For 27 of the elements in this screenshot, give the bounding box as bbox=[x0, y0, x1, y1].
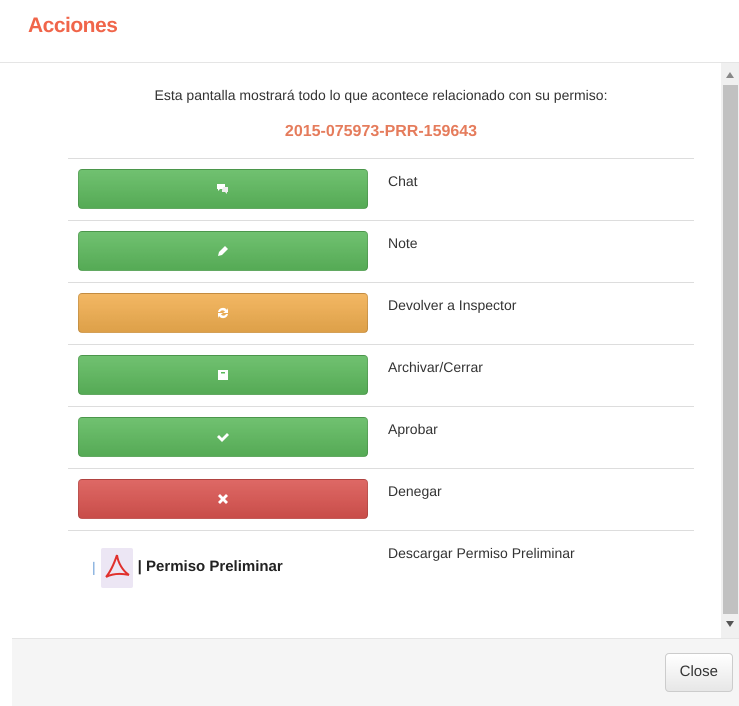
action-description: Chat bbox=[388, 172, 418, 191]
scroll-thumb[interactable] bbox=[722, 85, 738, 614]
action-description: Archivar/Cerrar bbox=[388, 358, 483, 377]
close-button[interactable]: Close bbox=[664, 653, 733, 692]
archive-action-button[interactable] bbox=[78, 355, 368, 395]
separator: | bbox=[92, 558, 96, 577]
pdf-icon[interactable] bbox=[100, 546, 134, 588]
action-description: Note bbox=[388, 234, 418, 253]
permit-link[interactable]: | Permiso Preliminar bbox=[138, 556, 283, 579]
action-description: Aprobar bbox=[388, 420, 438, 439]
refresh-icon bbox=[215, 305, 231, 321]
scrollbar[interactable] bbox=[721, 63, 739, 638]
action-description: Devolver a Inspector bbox=[388, 296, 516, 315]
scroll-down-icon[interactable] bbox=[725, 620, 735, 628]
intro-text: Esta pantalla mostrará todo lo que acontece relacionado con su permiso: bbox=[154, 86, 608, 105]
chat-action-button[interactable] bbox=[78, 169, 368, 209]
action-description: Denegar bbox=[388, 482, 442, 501]
dialog-title: Acciones bbox=[28, 13, 118, 39]
return-action-button[interactable] bbox=[78, 293, 368, 333]
square-icon bbox=[215, 367, 231, 383]
note-action-button[interactable] bbox=[78, 231, 368, 271]
scroll-up-icon[interactable] bbox=[725, 71, 735, 79]
deny-action-button[interactable] bbox=[78, 479, 368, 519]
action-description: Descargar Permiso Preliminar bbox=[388, 544, 575, 563]
pencil-icon bbox=[215, 243, 231, 259]
approve-action-button[interactable] bbox=[78, 417, 368, 457]
permit-number: 2015-075973-PRR-159643 bbox=[284, 122, 478, 142]
